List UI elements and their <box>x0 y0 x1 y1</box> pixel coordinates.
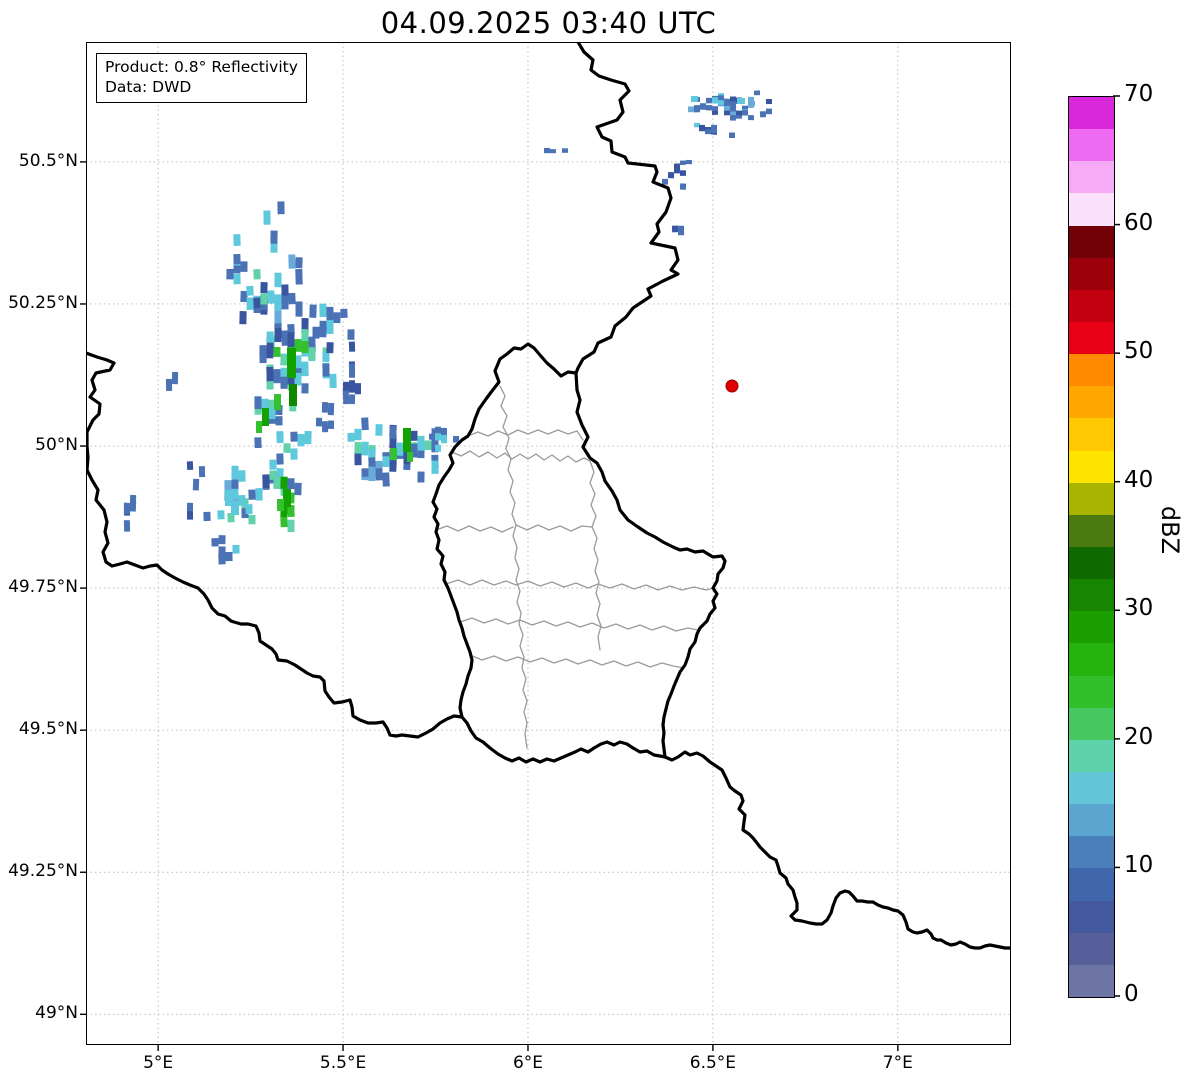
colorbar-segment <box>1069 418 1114 451</box>
y-tick-label: 49°N <box>35 1003 78 1024</box>
colorbar-segment <box>1069 354 1114 387</box>
colorbar-segment <box>1069 611 1114 644</box>
colorbar-segment <box>1069 514 1114 547</box>
x-tick-label: 7°E <box>882 1053 913 1073</box>
product-line: Product: 0.8° Reflectivity <box>105 58 298 76</box>
colorbar-segment <box>1069 129 1114 162</box>
colorbar-tick-label: 10 <box>1124 852 1154 879</box>
colorbar-segment <box>1069 225 1114 258</box>
product-annotation-box: Product: 0.8° Reflectivity Data: DWD <box>96 53 307 103</box>
colorbar-segment <box>1069 739 1114 772</box>
colorbar-segment <box>1069 257 1114 290</box>
radar-figure: 04.09.2025 03:40 UTC Product: 0.8° Refle… <box>0 0 1202 1081</box>
colorbar-tick-label: 70 <box>1124 81 1154 107</box>
y-tick-label: 49.5°N <box>18 719 78 740</box>
colorbar-segment <box>1069 707 1114 740</box>
y-tick-label: 49.75°N <box>8 577 78 598</box>
colorbar-segment <box>1069 804 1114 837</box>
colorbar <box>1068 96 1115 998</box>
colorbar-tick-label: 60 <box>1124 209 1154 236</box>
colorbar-segment <box>1069 900 1114 933</box>
colorbar-tick-label: 20 <box>1124 723 1154 750</box>
colorbar-tick-label: 30 <box>1124 595 1154 622</box>
colorbar-segment <box>1069 321 1114 355</box>
colorbar-segment <box>1069 771 1114 805</box>
colorbar-segment <box>1069 932 1114 965</box>
x-tick-label: 5°E <box>143 1053 174 1073</box>
y-tick-label: 50.5°N <box>18 150 78 171</box>
colorbar-segment <box>1069 579 1114 612</box>
y-tick-label: 50°N <box>35 435 78 456</box>
colorbar-tick-label: 50 <box>1124 338 1154 365</box>
colorbar-segment <box>1069 546 1114 580</box>
colorbar-segment <box>1069 386 1114 419</box>
colorbar-segment <box>1069 161 1114 194</box>
colorbar-segment <box>1069 450 1114 483</box>
colorbar-tick-label: 40 <box>1124 466 1154 493</box>
colorbar-segment <box>1069 868 1114 901</box>
colorbar-segment <box>1069 193 1114 226</box>
colorbar-tick-label: 0 <box>1124 981 1139 1007</box>
colorbar-segment <box>1069 97 1114 130</box>
colorbar-segment <box>1069 964 1114 997</box>
y-tick-label: 50.25°N <box>8 292 78 313</box>
colorbar-axis-label: dBZ <box>1156 505 1185 555</box>
colorbar-segment <box>1069 289 1114 322</box>
colorbar-segment <box>1069 675 1114 708</box>
data-source-line: Data: DWD <box>105 78 192 97</box>
x-tick-label: 6.5°E <box>689 1053 737 1073</box>
colorbar-segment <box>1069 643 1114 676</box>
colorbar-segment <box>1069 482 1114 515</box>
colorbar-segment <box>1069 836 1114 869</box>
x-tick-label: 5.5°E <box>319 1053 367 1073</box>
plot-frame <box>86 42 1011 1045</box>
x-tick-label: 6°E <box>512 1053 543 1073</box>
y-tick-label: 49.25°N <box>8 861 78 882</box>
